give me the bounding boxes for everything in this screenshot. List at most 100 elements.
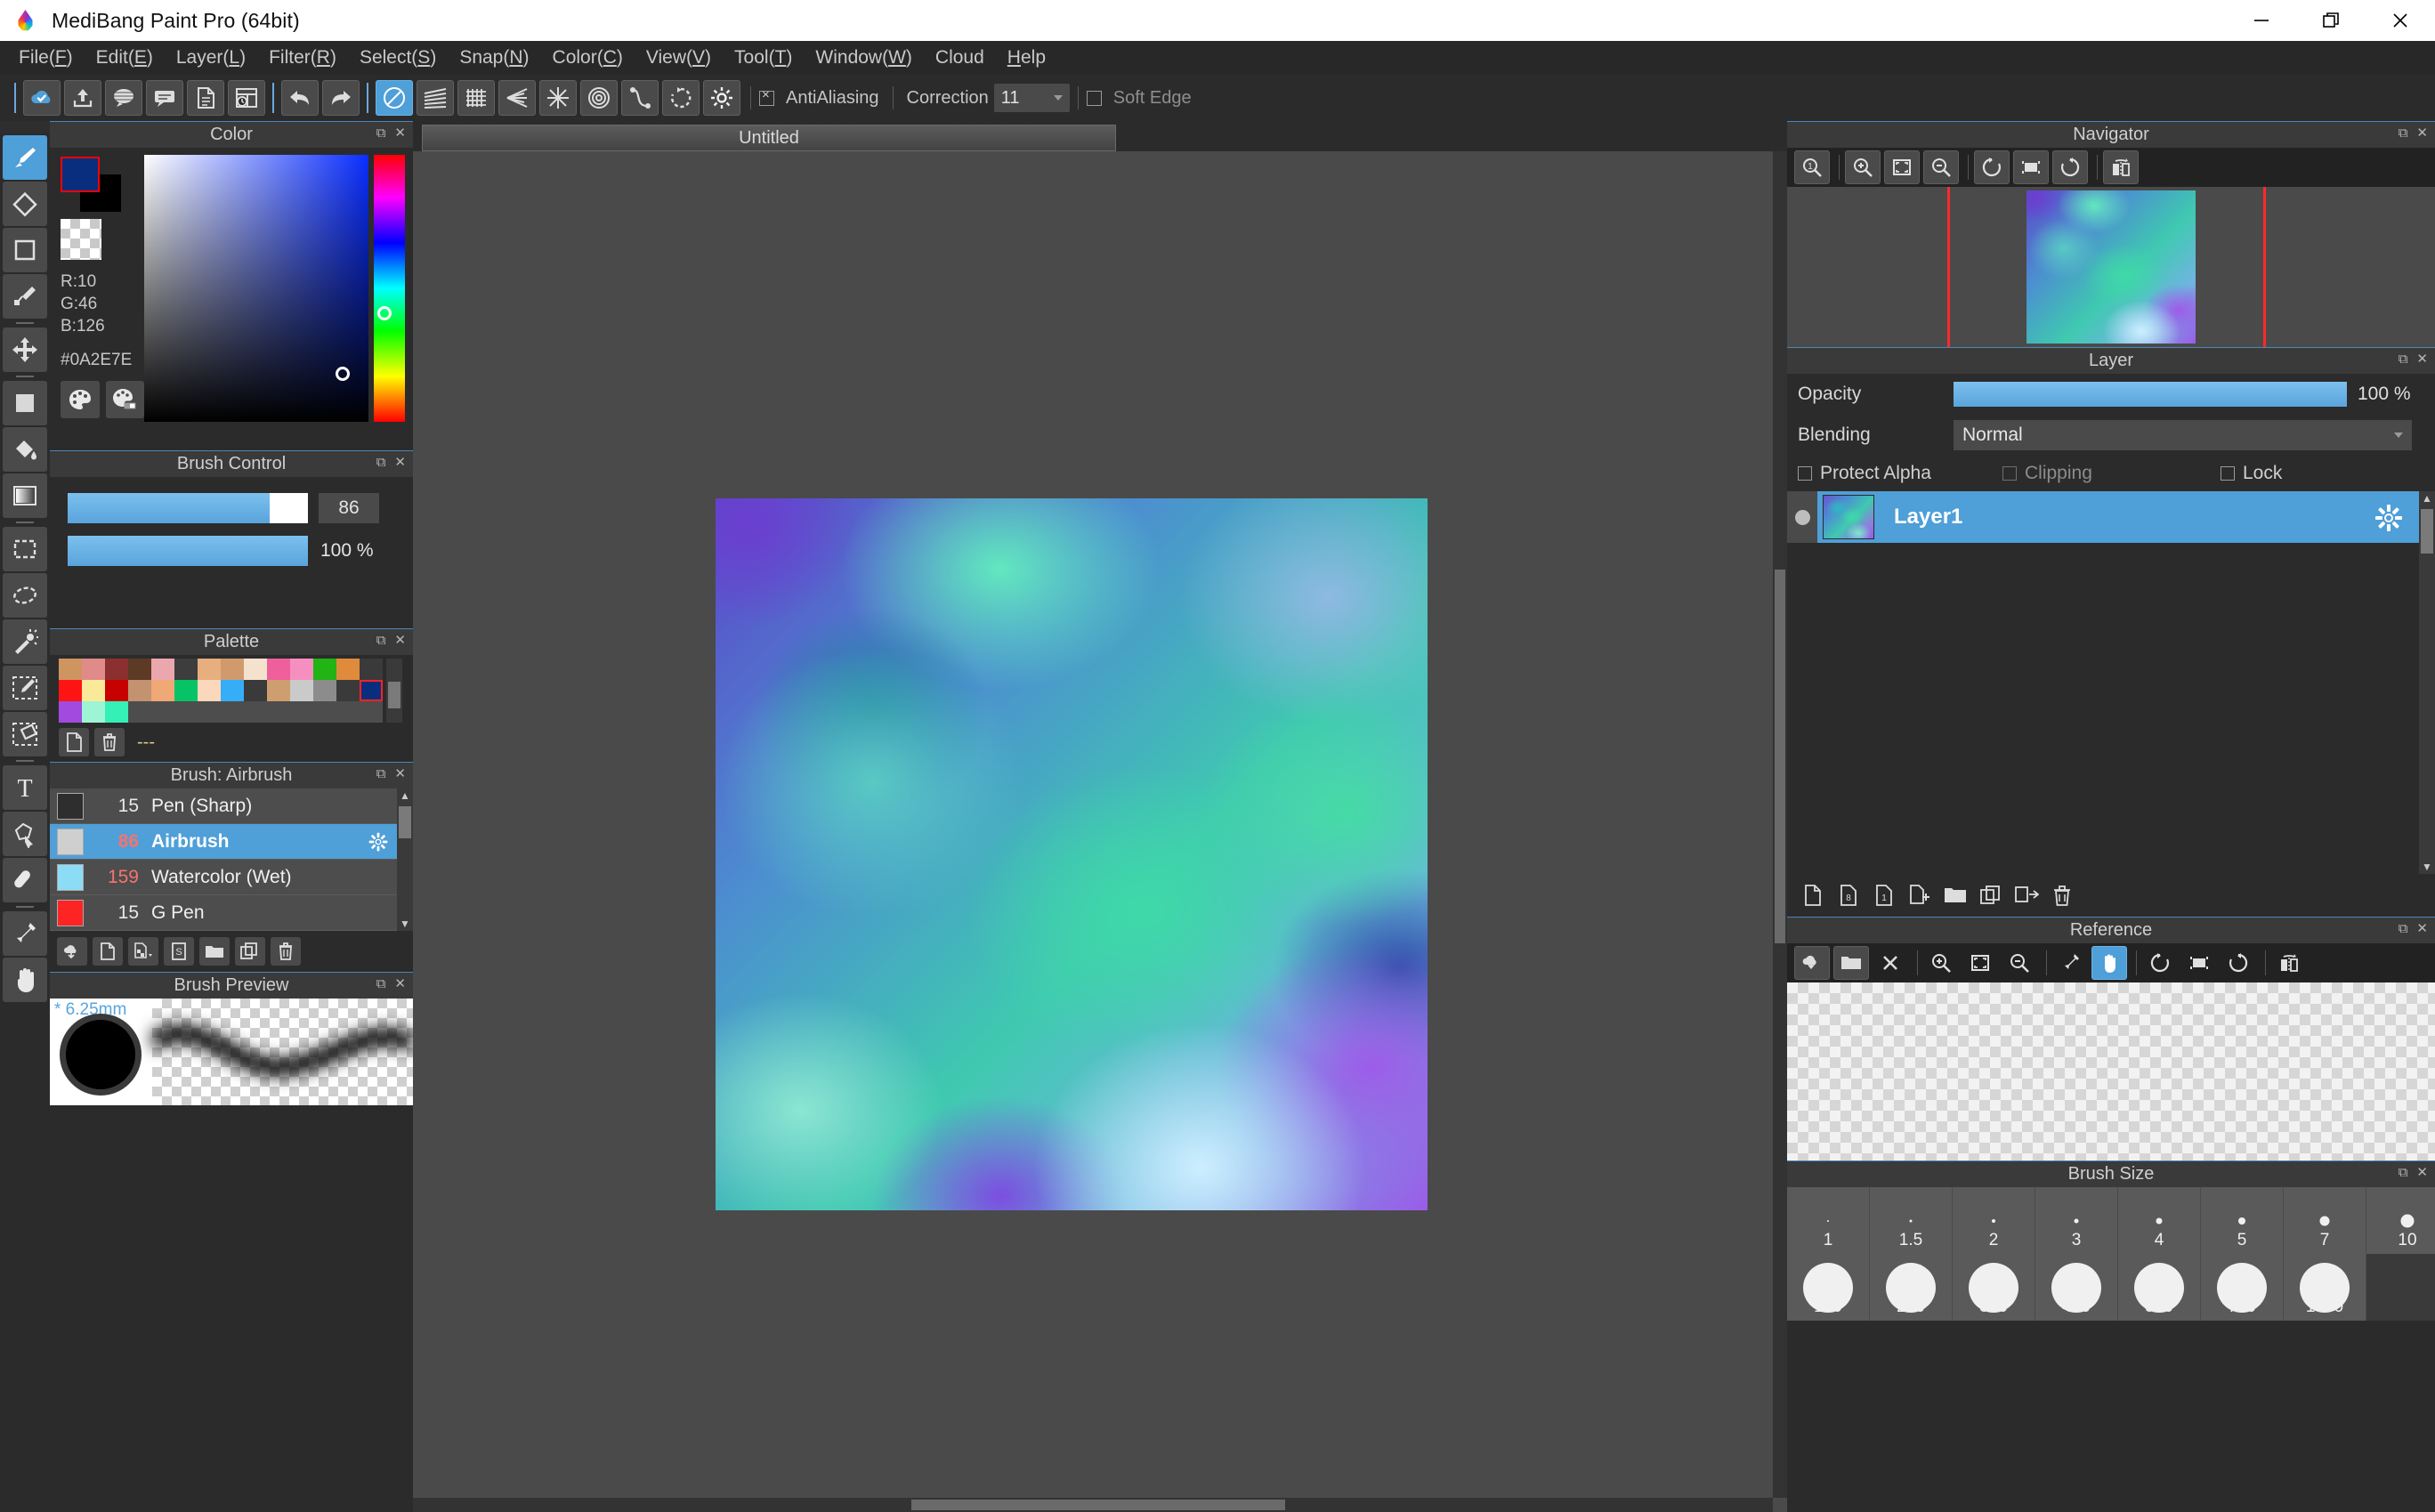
eyedropper-tool[interactable] (3, 911, 47, 956)
canvas-horizontal-scrollbar[interactable] (413, 1498, 1773, 1512)
new-brush-icon[interactable] (93, 937, 123, 966)
download-brush-icon[interactable] (57, 937, 87, 966)
palette-grid[interactable] (59, 659, 383, 723)
snap-off-icon[interactable] (376, 80, 413, 116)
palette-swatch[interactable] (128, 701, 151, 723)
palette-swatch[interactable] (221, 701, 244, 723)
fit-screen-icon[interactable] (1962, 946, 1998, 980)
palette-swatch[interactable] (82, 659, 105, 680)
soft-edge-checkbox[interactable] (1087, 91, 1102, 106)
select-pen-tool[interactable] (3, 666, 47, 710)
palette-swatch[interactable] (198, 701, 221, 723)
palette-swatch[interactable] (313, 701, 336, 723)
undo-icon[interactable] (281, 80, 319, 116)
palette-swatch[interactable] (244, 659, 267, 680)
snap-radial-icon[interactable] (539, 80, 577, 116)
new-document-icon[interactable] (187, 80, 224, 116)
trash-icon[interactable] (94, 728, 125, 756)
minimize-icon[interactable] (2227, 0, 2296, 41)
menu-snapn[interactable]: Snap(N) (448, 44, 540, 72)
float-panel-icon[interactable]: ⧉ (376, 634, 386, 647)
brush-list-item[interactable]: 86Airbrush (50, 824, 397, 860)
brush-size-preset[interactable]: 1000 (2284, 1254, 2366, 1321)
brush-size-slider[interactable] (68, 493, 308, 523)
close-panel-icon[interactable]: ✕ (394, 767, 406, 780)
palette-swatch[interactable] (198, 680, 221, 701)
select-eraser-tool[interactable] (3, 712, 47, 756)
brush-size-preset[interactable]: 150 (1787, 1254, 1870, 1321)
palette-swatch[interactable] (59, 701, 82, 723)
zoom-out-icon[interactable] (1923, 150, 1959, 184)
saturation-value-picker[interactable] (144, 155, 368, 422)
palette-swatch[interactable] (174, 701, 198, 723)
line-tool[interactable] (3, 274, 47, 319)
navigator-view[interactable] (1787, 187, 2435, 347)
layer-name[interactable]: Layer1 (1894, 505, 1962, 530)
scroll-up-icon[interactable]: ▲ (2419, 491, 2435, 505)
menu-cloud[interactable]: Cloud (924, 44, 996, 72)
brush-size-row-1[interactable]: 11.5234571012 (1787, 1187, 2435, 1254)
brush-list-item[interactable]: 15G Pen (50, 895, 397, 931)
lasso-select-tool[interactable] (3, 573, 47, 618)
zoom-in-icon[interactable] (1845, 150, 1881, 184)
add-1bit-layer-icon[interactable]: 1 (1869, 881, 1899, 910)
rotate-left-icon[interactable] (2142, 946, 2178, 980)
hand-icon[interactable] (2091, 946, 2127, 980)
palette-swatch[interactable] (336, 680, 360, 701)
fill-rect-tool[interactable] (3, 228, 47, 272)
layer-visibility-toggle[interactable] (1787, 491, 1817, 543)
brush-list-scrollbar[interactable]: ▲ ▼ (397, 788, 413, 931)
cloud-save-icon[interactable] (23, 80, 61, 116)
scroll-down-icon[interactable]: ▼ (2419, 860, 2435, 874)
color-swatches[interactable] (61, 157, 123, 212)
palette-swatch[interactable] (267, 680, 290, 701)
brush-tool[interactable] (3, 135, 47, 180)
float-panel-icon[interactable]: ⧉ (2399, 922, 2408, 935)
add-8bit-layer-icon[interactable]: 8 (1833, 881, 1864, 910)
cloud-upload-icon[interactable] (64, 80, 101, 116)
scroll-down-icon[interactable]: ▼ (397, 917, 413, 931)
palette-swatch[interactable] (59, 680, 82, 701)
float-panel-icon[interactable]: ⧉ (376, 126, 386, 140)
brush-size-preset[interactable]: 700 (2201, 1254, 2284, 1321)
brush-list[interactable]: 15Pen (Sharp)86Airbrush159Watercolor (We… (50, 788, 397, 931)
snap-settings-gear-icon[interactable] (703, 80, 740, 116)
protect-alpha-checkbox[interactable]: Protect Alpha (1798, 463, 2002, 484)
comic-balloon-icon[interactable] (105, 80, 142, 116)
palette-scrollbar[interactable] (386, 659, 402, 723)
layer-list-scrollbar[interactable]: ▲ ▼ (2419, 491, 2435, 874)
menu-edite[interactable]: Edit(E) (85, 44, 165, 72)
brush-size-preset[interactable]: 500 (2118, 1254, 2201, 1321)
rect-select-tool[interactable] (3, 527, 47, 571)
palette-swatch[interactable] (267, 701, 290, 723)
artwork-canvas[interactable] (716, 498, 1428, 1210)
close-panel-icon[interactable]: ✕ (394, 977, 406, 990)
brush-size-preset[interactable]: 2 (1953, 1187, 2035, 1254)
palette-swatch[interactable] (105, 659, 128, 680)
float-panel-icon[interactable]: ⧉ (2399, 352, 2408, 366)
layer-settings-gear-icon[interactable] (2374, 504, 2403, 537)
snap-curve-icon[interactable] (621, 80, 659, 116)
menu-viewv[interactable]: View(V) (635, 44, 723, 72)
new-palette-icon[interactable] (59, 728, 89, 756)
folder-icon[interactable] (199, 937, 230, 966)
snap-grid-icon[interactable] (457, 80, 495, 116)
brush-size-preset[interactable]: 1.5 (1870, 1187, 1953, 1254)
palette-swatch[interactable] (128, 680, 151, 701)
layer-list[interactable]: Layer1 ▲ ▼ (1787, 491, 2435, 874)
palette-swatch[interactable] (336, 659, 360, 680)
close-panel-icon[interactable]: ✕ (2416, 126, 2428, 140)
scroll-up-icon[interactable]: ▲ (397, 788, 413, 803)
palette-swatch[interactable] (151, 659, 174, 680)
maximize-restore-icon[interactable] (2296, 0, 2366, 41)
palette-swatch[interactable] (174, 659, 198, 680)
palette-swatch[interactable] (59, 659, 82, 680)
palette-swatch[interactable] (360, 701, 383, 723)
history-list-icon[interactable] (228, 80, 265, 116)
brush-opacity-slider[interactable] (68, 536, 308, 566)
palette-swatch[interactable] (360, 659, 383, 680)
palette-swatch[interactable] (82, 701, 105, 723)
clear-reference-icon[interactable] (1873, 946, 1908, 980)
palette-swatch[interactable] (151, 701, 174, 723)
open-folder-icon[interactable] (1833, 946, 1869, 980)
